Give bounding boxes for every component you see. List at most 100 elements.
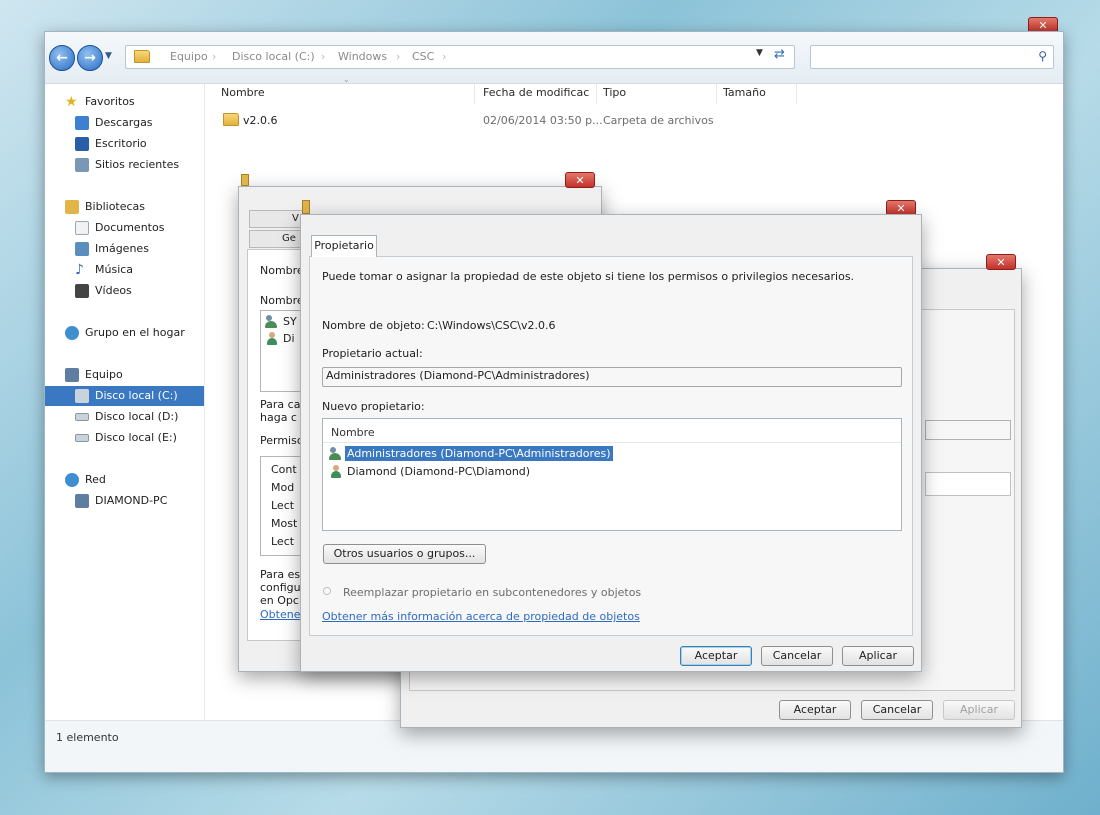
list-item-diamond[interactable]: Diamond (Diamond-PC\Diamond) [327, 464, 530, 480]
other-users-button[interactable]: Otros usuarios o grupos... [323, 544, 486, 564]
current-owner-field[interactable]: Administradores (Diamond-PC\Administrado… [322, 367, 902, 387]
mid-dialog-field[interactable] [925, 420, 1011, 440]
sidebar-item-equipo[interactable]: Equipo [45, 365, 204, 385]
drive-icon [75, 413, 89, 421]
tab-propietario[interactable]: Propietario [311, 235, 377, 257]
list-item-administradores[interactable]: Administradores (Diamond-PC\Administrado… [327, 446, 613, 462]
label: Nombre [260, 294, 304, 307]
sidebar-item-grupo-hogar[interactable]: Grupo en el hogar [45, 323, 204, 343]
ok-button[interactable]: Aceptar [779, 700, 851, 720]
ok-button[interactable]: Aceptar [680, 646, 752, 666]
file-name: v2.0.6 [243, 114, 278, 127]
owner-panel: Puede tomar o asignar la propiedad de es… [309, 256, 913, 636]
address-dropdown-icon[interactable]: ▼ [756, 48, 763, 58]
column-header-type[interactable]: Tipo [599, 84, 717, 104]
chevron-right-icon[interactable]: › [396, 46, 400, 68]
sidebar-item-label: Favoritos [85, 95, 135, 108]
tab-label: V [292, 213, 299, 224]
sidebar-item-label: Sitios recientes [95, 158, 180, 171]
search-icon[interactable]: ⚲ [1038, 49, 1047, 63]
cancel-button[interactable]: Cancelar [761, 646, 833, 666]
replace-owner-checkbox[interactable] [323, 587, 331, 595]
chevron-right-icon[interactable]: › [321, 46, 325, 68]
list-item: Most [271, 517, 298, 530]
sidebar-item-descargas[interactable]: Descargas [45, 113, 204, 133]
back-dialog-panel: Nombre Nombre SY Di Para ca haga c Permi… [247, 249, 308, 641]
chevron-right-icon[interactable]: › [212, 46, 216, 68]
network-icon [65, 473, 79, 487]
mid-dialog-close-button[interactable]: ✕ [986, 254, 1016, 270]
tab-label: Ge [282, 233, 296, 244]
table-row[interactable]: v2.0.6 02/06/2014 03:50 p... Carpeta de … [217, 110, 1057, 130]
column-header-date[interactable]: Fecha de modificac [479, 84, 597, 104]
desktop-icon [75, 137, 89, 151]
pictures-icon [75, 242, 89, 256]
list-header[interactable]: Nombre [323, 419, 901, 443]
column-header-name[interactable]: Nombre [217, 84, 475, 104]
drive-icon [75, 434, 89, 442]
breadcrumb-equipo[interactable]: Equipo [170, 46, 208, 68]
mid-dialog-list[interactable] [925, 472, 1011, 496]
breadcrumb-windows[interactable]: Windows [338, 46, 387, 68]
documents-icon [75, 221, 89, 235]
tab-general[interactable]: Ge [249, 230, 305, 248]
sidebar-item-escritorio[interactable]: Escritorio [45, 134, 204, 154]
sidebar-item-red[interactable]: Red [45, 470, 204, 490]
list-item: Mod [271, 481, 295, 494]
sidebar-item-videos[interactable]: Vídeos [45, 281, 204, 301]
breadcrumb-csc[interactable]: CSC [412, 46, 434, 68]
list-item[interactable]: Di [283, 332, 295, 345]
address-bar[interactable]: Equipo › Disco local (C:) › Windows › CS… [125, 45, 795, 69]
sidebar-item-favoritos[interactable]: ★ Favoritos [45, 92, 204, 112]
users-icon [265, 315, 279, 328]
new-owner-list[interactable]: Nombre Administradores (Diamond-PC\Admin… [322, 418, 902, 531]
label: en Opc [260, 594, 299, 607]
refresh-icon[interactable]: ⇄ [774, 47, 785, 62]
tab-label: Propietario [314, 239, 374, 252]
list-item: Lect [271, 535, 295, 548]
arrow-right-icon: → [84, 50, 96, 66]
users-icon [329, 447, 343, 460]
sidebar-item-diamond-pc[interactable]: DIAMOND-PC [45, 491, 204, 511]
sidebar-item-label: Disco local (C:) [95, 389, 178, 402]
list-item-label: Administradores (Diamond-PC\Administrado… [345, 446, 613, 461]
sidebar-item-disco-d[interactable]: Disco local (D:) [45, 407, 204, 427]
file-date: 02/06/2014 03:50 p... [483, 114, 603, 127]
label: Permiso [260, 434, 304, 447]
search-input[interactable]: ⚲ [810, 45, 1054, 69]
tab-v[interactable]: V [249, 210, 305, 228]
back-button[interactable]: ← [49, 45, 75, 71]
sidebar-item-disco-e[interactable]: Disco local (E:) [45, 428, 204, 448]
sidebar-item-label: Equipo [85, 368, 123, 381]
column-header-size[interactable]: Tamaño [719, 84, 797, 104]
folder-icon [223, 113, 239, 126]
apply-button[interactable]: Aplicar [943, 700, 1015, 720]
videos-icon [75, 284, 89, 298]
history-dropdown-icon[interactable]: ▼ [105, 51, 115, 63]
help-link[interactable]: Obtene [260, 608, 300, 621]
label: haga c [260, 411, 297, 424]
sidebar-item-label: Disco local (E:) [95, 431, 177, 444]
apply-button[interactable]: Aplicar [842, 646, 914, 666]
status-item-count: 1 elemento [56, 731, 119, 744]
back-dialog-close-button[interactable]: ✕ [565, 172, 595, 188]
sidebar-item-imagenes[interactable]: Imágenes [45, 239, 204, 259]
sidebar-item-musica[interactable]: ♪ Música [45, 260, 204, 280]
cancel-button[interactable]: Cancelar [861, 700, 933, 720]
sidebar-item-sitios-recientes[interactable]: Sitios recientes [45, 155, 204, 175]
chevron-right-icon[interactable]: › [442, 46, 446, 68]
object-name-value: C:\Windows\CSC\v2.0.6 [427, 319, 556, 332]
list-item: Lect [271, 499, 295, 512]
breadcrumb-disco-c[interactable]: Disco local (C:) [232, 46, 315, 68]
sidebar-item-label: Imágenes [95, 242, 149, 255]
drive-icon [75, 389, 89, 403]
new-owner-label: Nuevo propietario: [322, 400, 425, 413]
sidebar-item-bibliotecas[interactable]: Bibliotecas [45, 197, 204, 217]
list-item[interactable]: SY [283, 315, 297, 328]
more-info-link[interactable]: Obtener más información acerca de propie… [322, 610, 640, 623]
sidebar-item-label: Grupo en el hogar [85, 326, 185, 339]
sidebar-item-documentos[interactable]: Documentos [45, 218, 204, 238]
sidebar-item-disco-c[interactable]: Disco local (C:) [45, 386, 204, 406]
forward-button[interactable]: → [77, 45, 103, 71]
sidebar-item-label: Bibliotecas [85, 200, 146, 213]
